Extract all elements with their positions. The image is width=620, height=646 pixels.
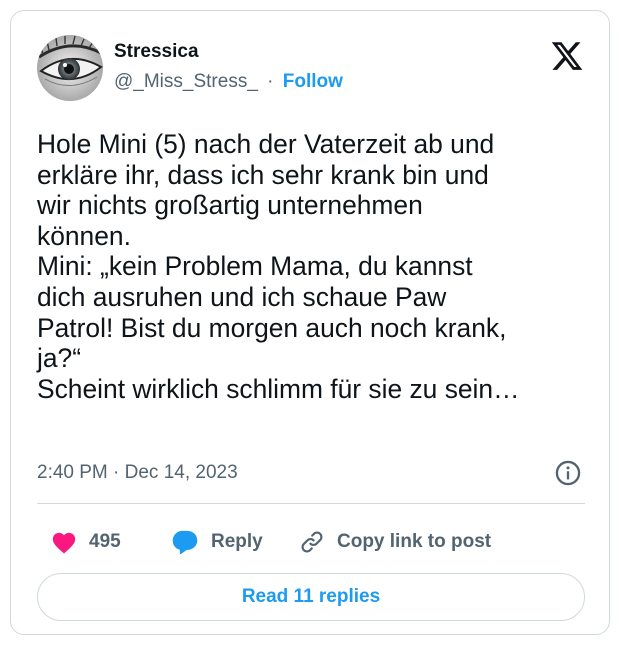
x-logo-icon[interactable] — [550, 39, 584, 73]
tweet-line: dich ausruhen und ich schaue Paw — [37, 281, 447, 312]
tweet-line: Hole Mini (5) nach der Vaterzeit ab und — [37, 129, 495, 159]
tweet-card: Stressica @_Miss_Stress_ · Follow Hole M… — [10, 10, 610, 635]
tweet-line: erkläre ihr, dass ich sehr krank bin und — [37, 159, 489, 190]
handle-row: @_Miss_Stress_ · Follow — [114, 70, 343, 94]
author-block: Stressica @_Miss_Stress_ · Follow — [114, 41, 343, 94]
copy-link-label: Copy link to post — [337, 531, 492, 552]
tweet-line: können. — [37, 220, 131, 251]
tweet-line: Mini: „kein Problem Mama, du kannst — [37, 251, 473, 282]
copy-link-button[interactable]: Copy link to post — [299, 525, 491, 559]
heart-icon — [52, 532, 76, 554]
reply-label: Reply — [211, 531, 263, 552]
tweet-line: Patrol! Bist du morgen auch noch krank, — [37, 312, 507, 343]
reply-button[interactable]: Reply — [171, 525, 263, 559]
tweet-line: Scheint wirklich schlimm für sie zu sein… — [37, 373, 520, 404]
divider — [37, 503, 585, 504]
info-icon[interactable] — [554, 459, 582, 487]
avatar-eye-image — [37, 35, 103, 101]
follow-button[interactable]: Follow — [283, 71, 343, 92]
read-replies-button[interactable]: Read 11 replies — [37, 573, 585, 621]
author-handle[interactable]: @_Miss_Stress_ — [114, 71, 258, 92]
link-icon — [301, 531, 323, 553]
like-count: 495 — [89, 531, 121, 552]
author-name[interactable]: Stressica — [114, 41, 343, 63]
tweet-line: ja?“ — [37, 343, 82, 374]
tweet-text: Hole Mini (5) nach der Vaterzeit ab und … — [37, 129, 597, 404]
avatar[interactable] — [37, 35, 103, 101]
tweet-line: wir nichts großartig unternehmen — [37, 190, 423, 221]
action-bar: 495 Reply Copy link to post — [37, 525, 597, 559]
like-button[interactable]: 495 — [51, 525, 121, 559]
tweet-timestamp[interactable]: 2:40 PM · Dec 14, 2023 — [37, 461, 238, 485]
separator-dot: · — [267, 71, 274, 92]
reply-bubble-icon — [172, 530, 198, 555]
